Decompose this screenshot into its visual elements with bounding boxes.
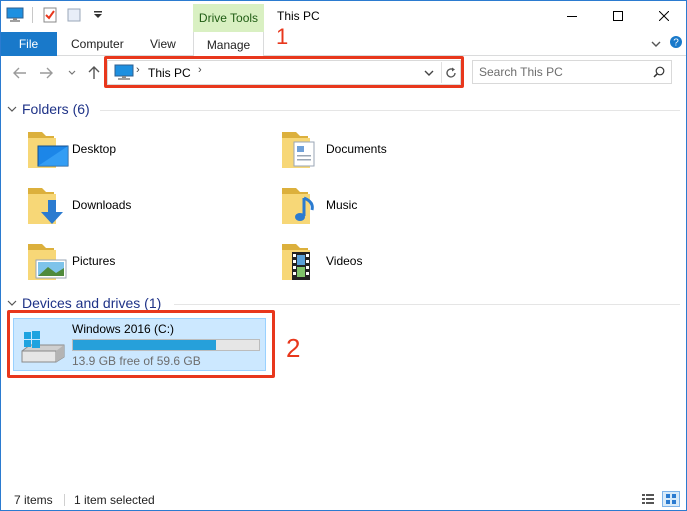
details-view-icon[interactable] xyxy=(639,491,657,507)
customize-toolbar-dropdown-icon[interactable] xyxy=(89,6,107,24)
expand-ribbon-icon[interactable] xyxy=(651,37,661,51)
status-bar: 7 items 1 item selected xyxy=(0,488,687,511)
status-item-count: 7 items xyxy=(14,493,53,507)
status-selection: 1 item selected xyxy=(74,493,155,507)
properties-icon[interactable] xyxy=(41,6,59,24)
window-controls xyxy=(549,0,687,32)
documents-folder-icon xyxy=(282,132,315,168)
devices-group-title: Devices and drives (1) xyxy=(22,295,162,311)
folder-tile-videos[interactable]: Videos xyxy=(280,238,510,286)
tab-view[interactable]: View xyxy=(150,32,176,56)
annotation-marker-2: 2 xyxy=(286,333,301,363)
folder-label: Videos xyxy=(326,254,363,268)
folder-tile-documents[interactable]: Documents xyxy=(280,126,510,174)
large-icons-view-icon[interactable] xyxy=(662,491,680,507)
new-folder-icon[interactable] xyxy=(65,6,83,24)
folder-tile-downloads[interactable]: Downloads xyxy=(26,182,256,230)
folder-label: Pictures xyxy=(72,254,116,268)
maximize-button[interactable] xyxy=(595,0,641,32)
search-input[interactable] xyxy=(479,64,649,80)
annotation-highlight-drive xyxy=(7,310,275,378)
tab-manage[interactable]: Manage xyxy=(193,32,264,57)
help-icon[interactable]: ? xyxy=(669,35,683,52)
back-arrow-icon[interactable] xyxy=(12,65,28,81)
ribbon-tab-bar: File Computer View Manage ? xyxy=(0,32,687,57)
recent-locations-chevron-icon[interactable] xyxy=(64,65,80,81)
title-bar: Drive Tools This PC xyxy=(0,0,687,32)
pictures-folder-icon xyxy=(28,244,67,280)
annotation-highlight-address xyxy=(104,56,464,88)
search-icon[interactable] xyxy=(653,66,665,81)
forward-arrow-icon[interactable] xyxy=(38,65,54,81)
folder-label: Downloads xyxy=(72,198,132,212)
group-divider xyxy=(174,304,680,305)
status-divider xyxy=(64,494,65,506)
quick-access-toolbar xyxy=(6,6,107,24)
computer-icon[interactable] xyxy=(6,6,24,24)
folder-label: Documents xyxy=(326,142,387,156)
close-button[interactable] xyxy=(641,0,687,32)
folders-group-title: Folders (6) xyxy=(22,101,90,117)
folders-group-header[interactable]: Folders (6) xyxy=(6,99,90,119)
svg-text:?: ? xyxy=(673,38,679,49)
annotation-marker-1: 1 xyxy=(276,24,289,49)
videos-folder-icon xyxy=(282,244,310,280)
ribbon-controls: ? xyxy=(651,35,683,52)
up-arrow-icon[interactable] xyxy=(86,65,102,81)
search-box[interactable] xyxy=(472,60,672,84)
collapse-chevron-icon[interactable] xyxy=(6,103,18,115)
tab-file[interactable]: File xyxy=(0,32,57,56)
music-folder-icon xyxy=(282,188,314,224)
drive-tools-contextual-tab: Drive Tools xyxy=(193,4,264,32)
folder-label: Desktop xyxy=(72,142,117,156)
group-divider xyxy=(100,110,680,111)
folder-label: Music xyxy=(326,198,358,212)
folder-tile-pictures[interactable]: Pictures xyxy=(26,238,256,286)
minimize-button[interactable] xyxy=(549,0,595,32)
folder-tile-desktop[interactable]: Desktop xyxy=(26,126,256,174)
tab-computer[interactable]: Computer xyxy=(71,32,124,56)
folder-tile-music[interactable]: Music xyxy=(280,182,510,230)
window-title: This PC xyxy=(277,9,320,23)
toolbar-divider xyxy=(32,7,33,23)
collapse-chevron-icon[interactable] xyxy=(6,297,18,309)
downloads-folder-icon xyxy=(28,188,63,224)
desktop-folder-icon xyxy=(28,132,69,168)
